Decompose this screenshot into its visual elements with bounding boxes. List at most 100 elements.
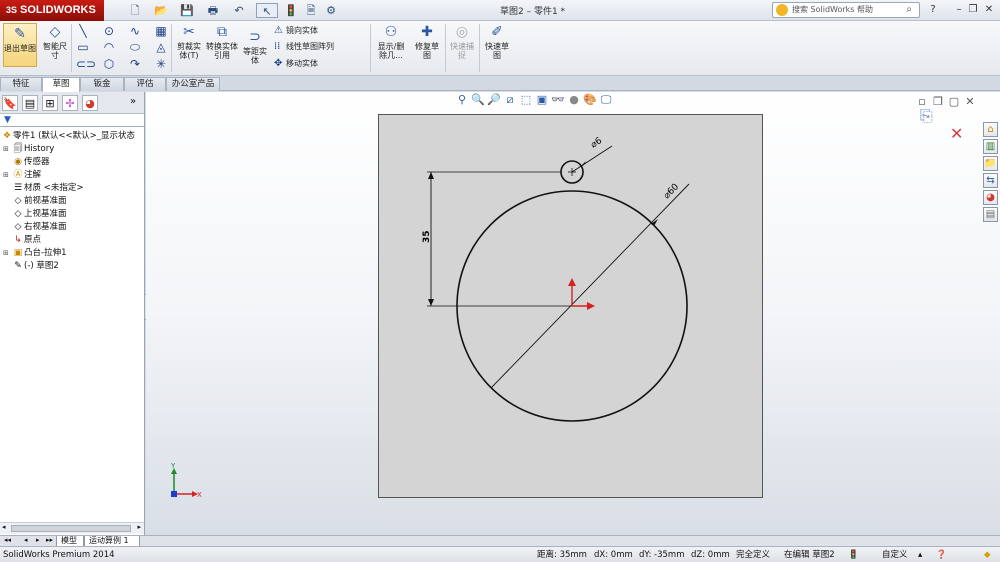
open-folder-icon[interactable]: 📂	[150, 3, 172, 18]
minimize-button[interactable]: –	[952, 3, 966, 17]
point-icon[interactable]: ✳	[154, 57, 168, 71]
home-icon[interactable]: ⌂	[983, 122, 998, 137]
move-entities-button[interactable]: ✥ 移动实体	[274, 58, 318, 69]
options-icon[interactable]: ⚙	[320, 3, 342, 18]
tree-item-front-plane[interactable]: ◇ 前视基准面	[3, 195, 67, 208]
previous-view-icon[interactable]: 🔎	[486, 93, 502, 107]
display-style-icon[interactable]: ▣	[534, 93, 550, 107]
zoom-to-fit-icon[interactable]: ⚲	[454, 93, 470, 107]
view-orientation-icon[interactable]: ⬚	[518, 93, 534, 107]
scene-icon[interactable]: 🎨	[582, 93, 598, 107]
ellipse-icon[interactable]: ⬭	[128, 40, 142, 54]
vertical-dimension[interactable]: 35	[422, 230, 432, 243]
tab-sheet-metal[interactable]: 钣金	[80, 77, 124, 91]
tab-scroll-left-icon[interactable]: ◂◂	[4, 536, 11, 544]
expand-icon[interactable]: ⊞	[3, 247, 12, 260]
large-diameter-dimension[interactable]: ⌀60	[662, 182, 681, 201]
arc-icon[interactable]: ◠	[102, 40, 116, 54]
tree-item-right-plane[interactable]: ◇ 右视基准面	[3, 221, 67, 234]
exit-sketch-button[interactable]: ✎ 退出草图	[3, 23, 37, 67]
convert-entities-button[interactable]: ⧉ 转换实体引用	[206, 24, 238, 60]
cancel-sketch-icon[interactable]: ✕	[950, 124, 963, 143]
help-search-input[interactable]: 搜索 SolidWorks 帮助 ⌕	[772, 2, 920, 18]
quick-snaps-button[interactable]: ◎ 快速捕捉	[448, 24, 476, 60]
quick-tips-icon[interactable]: ❓	[936, 549, 947, 561]
search-icon[interactable]: ⌕	[906, 3, 912, 17]
tree-item-material[interactable]: ☰ 材质 <未指定>	[3, 182, 84, 195]
configuration-manager-tab-icon[interactable]: ⊞	[42, 95, 58, 111]
units-selector[interactable]: 自定义	[882, 549, 908, 561]
rebuild-status-icon[interactable]: 🚦	[848, 549, 859, 561]
display-delete-relations-button[interactable]: ⚇ 显示/删除几...	[374, 24, 408, 60]
tree-item-annotations[interactable]: ⊞ Ⓐ 注解	[3, 169, 41, 182]
tree-horizontal-scrollbar[interactable]: ◂ ▸	[0, 522, 144, 534]
smart-dimension-button[interactable]: ◇ 智能尺寸	[40, 24, 70, 60]
dimxpert-tab-icon[interactable]: ✢	[62, 95, 78, 111]
view-settings-icon[interactable]: 🖵	[598, 93, 614, 107]
tree-item-sensors[interactable]: ◉ 传感器	[3, 156, 49, 169]
centerline-arc-icon[interactable]: ↷	[128, 57, 142, 71]
scroll-left-icon[interactable]: ◂	[2, 523, 6, 531]
tab-evaluate[interactable]: 评估	[124, 77, 166, 91]
tree-item-top-plane[interactable]: ◇ 上视基准面	[3, 208, 67, 221]
line-icon[interactable]: ╲	[76, 24, 90, 38]
tab-features[interactable]: 特征	[0, 77, 42, 91]
restore-button[interactable]: ❐	[966, 3, 980, 17]
panel-expand-icon[interactable]: »	[130, 96, 136, 107]
view-palette-icon[interactable]: ⇆	[983, 173, 998, 188]
exit-sketch-corner-icon[interactable]: ⎘	[920, 106, 963, 126]
tree-item-history[interactable]: ⊞ 🗐 History	[3, 143, 54, 156]
scroll-right-icon[interactable]: ▸	[137, 523, 141, 531]
design-library-icon[interactable]: ▥	[983, 139, 998, 154]
custom-properties-icon[interactable]: ▤	[983, 207, 998, 222]
file-explorer-icon[interactable]: 📁	[983, 156, 998, 171]
spline-icon[interactable]: ∿	[128, 24, 142, 38]
rebuild-icon[interactable]: 🚦	[280, 3, 302, 18]
feature-manager-tab-icon[interactable]: 🔖	[2, 95, 18, 111]
tab-scroll-prev-icon[interactable]: ◂	[24, 536, 28, 544]
offset-entities-button[interactable]: ⊃ 等距实体	[240, 29, 270, 65]
linear-pattern-button[interactable]: ⁞⁞ 线性草图阵列	[274, 41, 334, 52]
polygon-icon[interactable]: ⬡	[102, 57, 116, 71]
expand-icon[interactable]: ⊞	[3, 143, 12, 156]
fillet-icon[interactable]: ◬	[154, 40, 168, 54]
section-view-icon[interactable]: ⧄	[502, 93, 518, 107]
viewport-close-icon[interactable]: ✕	[962, 95, 978, 109]
tree-root-part[interactable]: ❖ 零件1 (默认<<默认>_显示状态	[1, 130, 135, 143]
solidworks-logo[interactable]: 3S SOLIDWORKS	[0, 0, 104, 21]
tree-item-sketch2[interactable]: ✎ (-) 草图2	[3, 260, 59, 273]
appearance-icon[interactable]: ●	[566, 93, 582, 107]
sketch-region[interactable]: ⌀6 ⌀60 35	[378, 114, 763, 498]
new-file-icon[interactable]: 🗋	[124, 3, 146, 18]
property-manager-tab-icon[interactable]: ▤	[22, 95, 38, 111]
tab-scroll-right-icon[interactable]: ▸▸	[46, 536, 53, 544]
small-diameter-dimension[interactable]: ⌀6	[589, 136, 604, 151]
slot-icon[interactable]: ⊂⊃	[76, 57, 96, 71]
undo-icon[interactable]: ↶	[228, 3, 250, 18]
tab-sketch[interactable]: 草图	[42, 77, 80, 92]
text-sketch-icon[interactable]: ▦	[154, 24, 168, 38]
tree-item-boss-extrude[interactable]: ⊞ ▣ 凸台-拉伸1	[3, 247, 66, 260]
notification-icon[interactable]: ◆	[984, 549, 991, 561]
repair-sketch-button[interactable]: ✚ 修复草图	[412, 24, 442, 60]
units-dropdown-icon[interactable]: ▴	[918, 549, 922, 561]
tab-office-products[interactable]: 办公室产品	[166, 77, 220, 91]
expand-icon[interactable]: ⊞	[3, 169, 12, 182]
save-icon[interactable]: 💾	[176, 3, 198, 18]
file-properties-icon[interactable]: 🗎	[300, 3, 322, 18]
hide-show-icon[interactable]: 👓	[550, 93, 566, 107]
graphics-area[interactable]: ⚲ 🔍 🔎 ⧄ ⬚ ▣ 👓 ● 🎨 🖵 ▫ ❐ ▢ ✕ ⎘ ✕ ⌀6 ⌀60 3…	[146, 92, 1000, 535]
close-button[interactable]: ✕	[982, 3, 996, 17]
sketch-geometry[interactable]: ⌀6 ⌀60 35	[379, 115, 764, 499]
tab-scroll-next-icon[interactable]: ▸	[36, 536, 40, 544]
tree-item-origin[interactable]: ↳ 原点	[3, 234, 41, 247]
scrollbar-thumb[interactable]	[11, 525, 131, 532]
appearances-icon[interactable]: ◕	[983, 190, 998, 205]
filter-row[interactable]: ▼	[0, 115, 144, 127]
print-icon[interactable]: 🖶	[202, 3, 224, 18]
trim-entities-button[interactable]: ✂ 剪裁实体(T)	[174, 24, 204, 60]
display-manager-tab-icon[interactable]: ◕	[82, 95, 98, 111]
rectangle-icon[interactable]: ▭	[76, 40, 90, 54]
zoom-area-icon[interactable]: 🔍	[470, 93, 486, 107]
select-cursor-icon[interactable]: ↖	[256, 3, 278, 18]
